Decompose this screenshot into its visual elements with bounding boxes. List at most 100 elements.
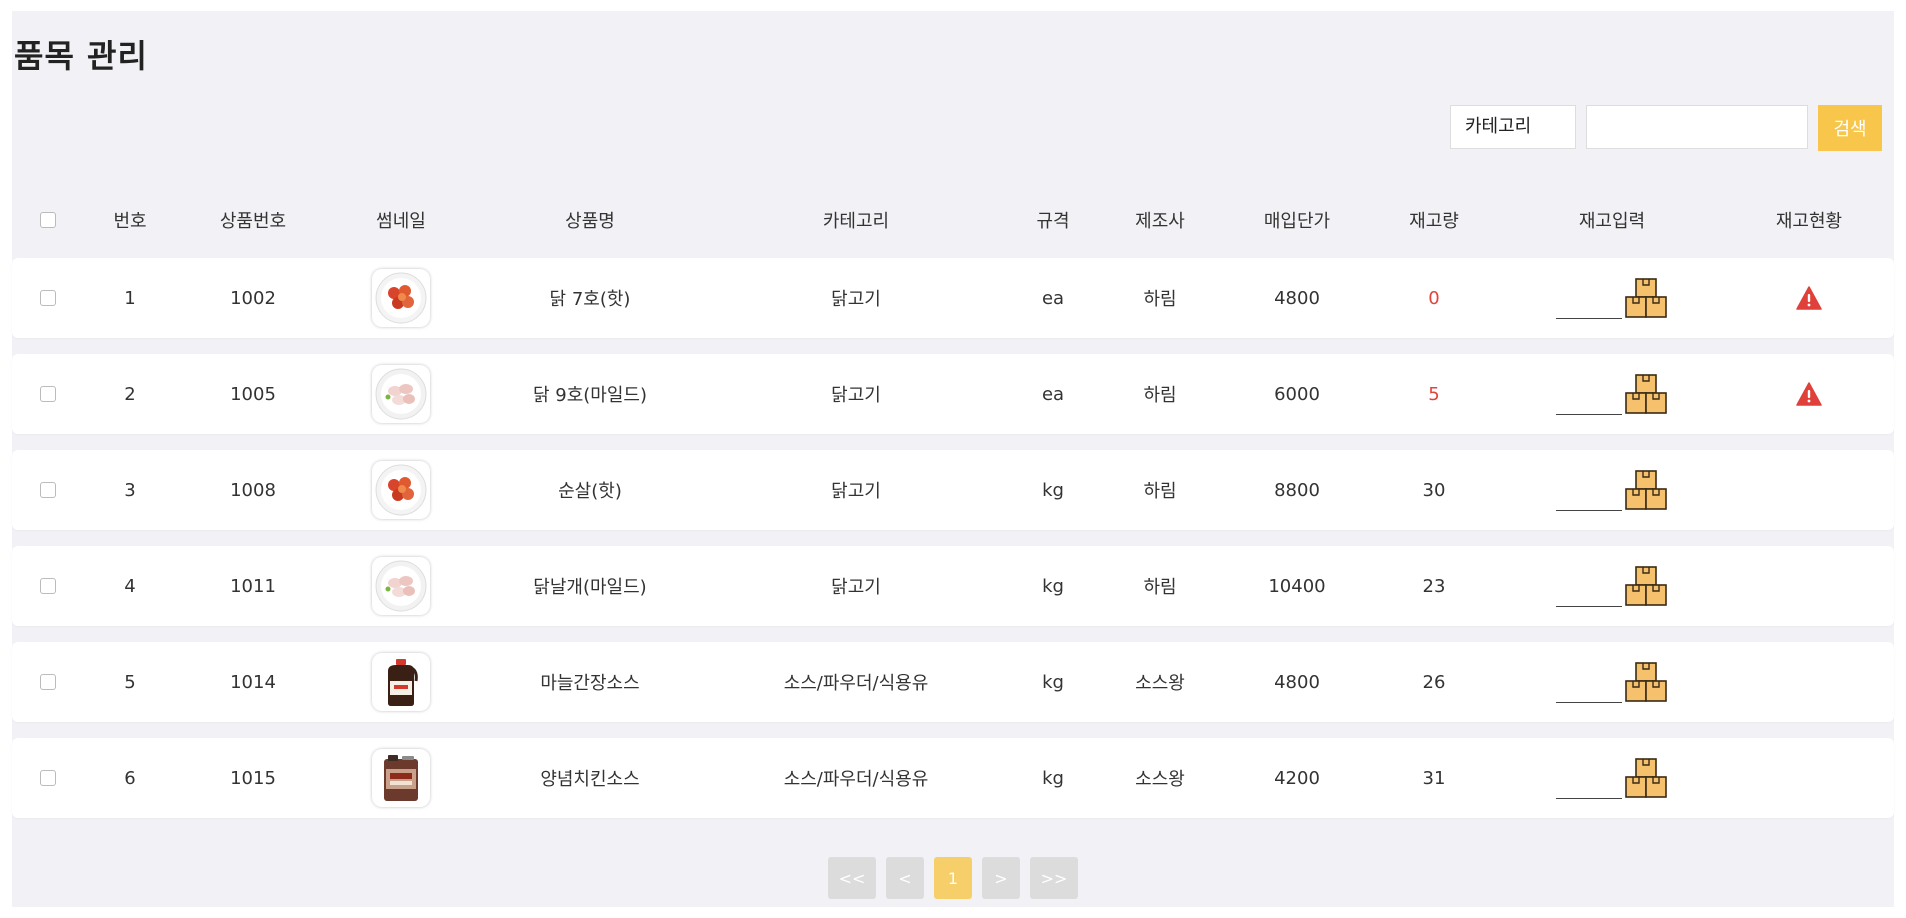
row-checkbox[interactable] (40, 770, 56, 786)
product-management-panel: 품목 관리 카테고리 검색 번호 상품번호 썸네일 상품명 카테고리 규격 제조… (12, 11, 1894, 907)
row-checkbox[interactable] (40, 482, 56, 498)
product-thumbnail[interactable] (372, 461, 430, 519)
stock-input-field[interactable] (1556, 290, 1622, 319)
search-category-select[interactable]: 카테고리 (1450, 105, 1576, 149)
row-category: 소스/파우더/식용유 (783, 673, 929, 694)
pagination: << < 1 > >> (12, 857, 1894, 899)
row-spec: ea (1041, 287, 1065, 309)
warning-icon (1796, 382, 1822, 406)
warning-icon (1796, 286, 1822, 310)
column-header-spec: 규격 (1036, 211, 1070, 232)
row-no: 2 (124, 383, 136, 405)
product-thumbnail[interactable] (372, 269, 430, 327)
column-header-no: 번호 (113, 211, 147, 232)
page-prev-button[interactable]: < (886, 857, 924, 899)
box-icon[interactable] (1624, 565, 1668, 607)
row-category: 닭고기 (831, 577, 881, 598)
row-checkbox[interactable] (40, 290, 56, 306)
row-purchase-price: 4200 (1274, 767, 1320, 789)
row-product-name: 닭 9호(마일드) (532, 385, 648, 406)
row-product-no: 1011 (230, 575, 276, 597)
column-header-maker: 제조사 (1135, 211, 1185, 232)
row-category: 닭고기 (831, 385, 881, 406)
row-maker: 하림 (1143, 577, 1177, 598)
row-maker: 하림 (1143, 385, 1177, 406)
row-product-name: 순살(핫) (558, 481, 622, 502)
row-category: 소스/파우더/식용유 (783, 769, 929, 790)
row-checkbox[interactable] (40, 674, 56, 690)
row-product-no: 1015 (230, 767, 276, 789)
select-all-checkbox[interactable] (40, 212, 56, 228)
search-category-select-value: 카테고리 (1465, 116, 1532, 137)
row-product-no: 1008 (230, 479, 276, 501)
table-row: 2 1005 닭 9호(마일드) 닭고기 ea 하림 6000 5 (12, 354, 1894, 434)
stock-input-field[interactable] (1556, 482, 1622, 511)
box-icon[interactable] (1624, 661, 1668, 703)
product-thumbnail[interactable] (372, 365, 430, 423)
box-icon[interactable] (1624, 469, 1668, 511)
row-product-name: 양념치킨소스 (540, 769, 640, 790)
row-purchase-price: 4800 (1274, 671, 1320, 693)
page-title: 품목 관리 (14, 37, 148, 75)
row-no: 3 (124, 479, 136, 501)
product-thumbnail[interactable] (372, 653, 430, 711)
table-row: 1 1002 닭 7호(핫) 닭고기 ea 하림 4800 0 (12, 258, 1894, 338)
column-header-thumbnail: 썸네일 (376, 211, 426, 232)
table-row: 3 1008 순살(핫) 닭고기 kg 하림 8800 30 (12, 450, 1894, 530)
row-no: 1 (124, 287, 136, 309)
search-button[interactable]: 검색 (1818, 105, 1882, 151)
row-product-no: 1002 (230, 287, 276, 309)
box-icon[interactable] (1624, 757, 1668, 799)
stock-input-field[interactable] (1556, 674, 1622, 703)
stock-input-field[interactable] (1556, 770, 1622, 799)
page-last-button[interactable]: >> (1030, 857, 1078, 899)
search-bar: 카테고리 검색 (1450, 105, 1882, 151)
row-no: 4 (124, 575, 136, 597)
column-header-stock-status: 재고현황 (1775, 211, 1843, 232)
row-purchase-price: 6000 (1274, 383, 1320, 405)
row-no: 5 (124, 671, 136, 693)
table-row: 5 1014 마늘간장소스 소스/파우더/식용유 kg 소스왕 4800 26 (12, 642, 1894, 722)
row-checkbox[interactable] (40, 386, 56, 402)
row-spec: kg (1042, 671, 1064, 693)
box-icon[interactable] (1624, 277, 1668, 319)
row-maker: 소스왕 (1135, 769, 1185, 790)
stock-input-field[interactable] (1556, 386, 1622, 415)
row-spec: ea (1041, 383, 1065, 405)
row-spec: kg (1042, 767, 1064, 789)
page-first-button[interactable]: << (828, 857, 876, 899)
row-maker: 하림 (1143, 289, 1177, 310)
table-row: 6 1015 양념치킨소스 소스/파우더/식용유 kg 소스왕 4200 31 (12, 738, 1894, 818)
row-spec: kg (1042, 479, 1064, 501)
row-product-name: 마늘간장소스 (540, 673, 640, 694)
page-current-button[interactable]: 1 (934, 857, 972, 899)
row-stock: 5 (1428, 383, 1440, 405)
page-next-button[interactable]: > (982, 857, 1020, 899)
row-maker: 하림 (1143, 481, 1177, 502)
column-header-product-name: 상품명 (565, 211, 615, 232)
box-icon[interactable] (1624, 373, 1668, 415)
column-header-purchase-price: 매입단가 (1263, 211, 1331, 232)
stock-input-field[interactable] (1556, 578, 1622, 607)
row-stock: 0 (1428, 287, 1440, 309)
product-thumbnail[interactable] (372, 749, 430, 807)
row-checkbox[interactable] (40, 578, 56, 594)
row-spec: kg (1042, 575, 1064, 597)
search-input[interactable] (1586, 105, 1808, 149)
table-header: 번호 상품번호 썸네일 상품명 카테고리 규격 제조사 매입단가 재고량 재고입… (12, 189, 1894, 251)
row-stock: 26 (1422, 671, 1446, 693)
row-stock: 23 (1422, 575, 1446, 597)
table-row: 4 1011 닭날개(마일드) 닭고기 kg 하림 10400 23 (12, 546, 1894, 626)
row-category: 닭고기 (831, 481, 881, 502)
column-header-category: 카테고리 (822, 211, 890, 232)
row-purchase-price: 4800 (1274, 287, 1320, 309)
row-stock: 30 (1422, 479, 1446, 501)
row-product-name: 닭 7호(핫) (549, 289, 631, 310)
row-stock: 31 (1422, 767, 1446, 789)
row-purchase-price: 8800 (1274, 479, 1320, 501)
column-header-stock: 재고량 (1409, 211, 1459, 232)
row-purchase-price: 10400 (1268, 575, 1326, 597)
row-product-no: 1014 (230, 671, 276, 693)
column-header-product-no: 상품번호 (219, 211, 287, 232)
product-thumbnail[interactable] (372, 557, 430, 615)
